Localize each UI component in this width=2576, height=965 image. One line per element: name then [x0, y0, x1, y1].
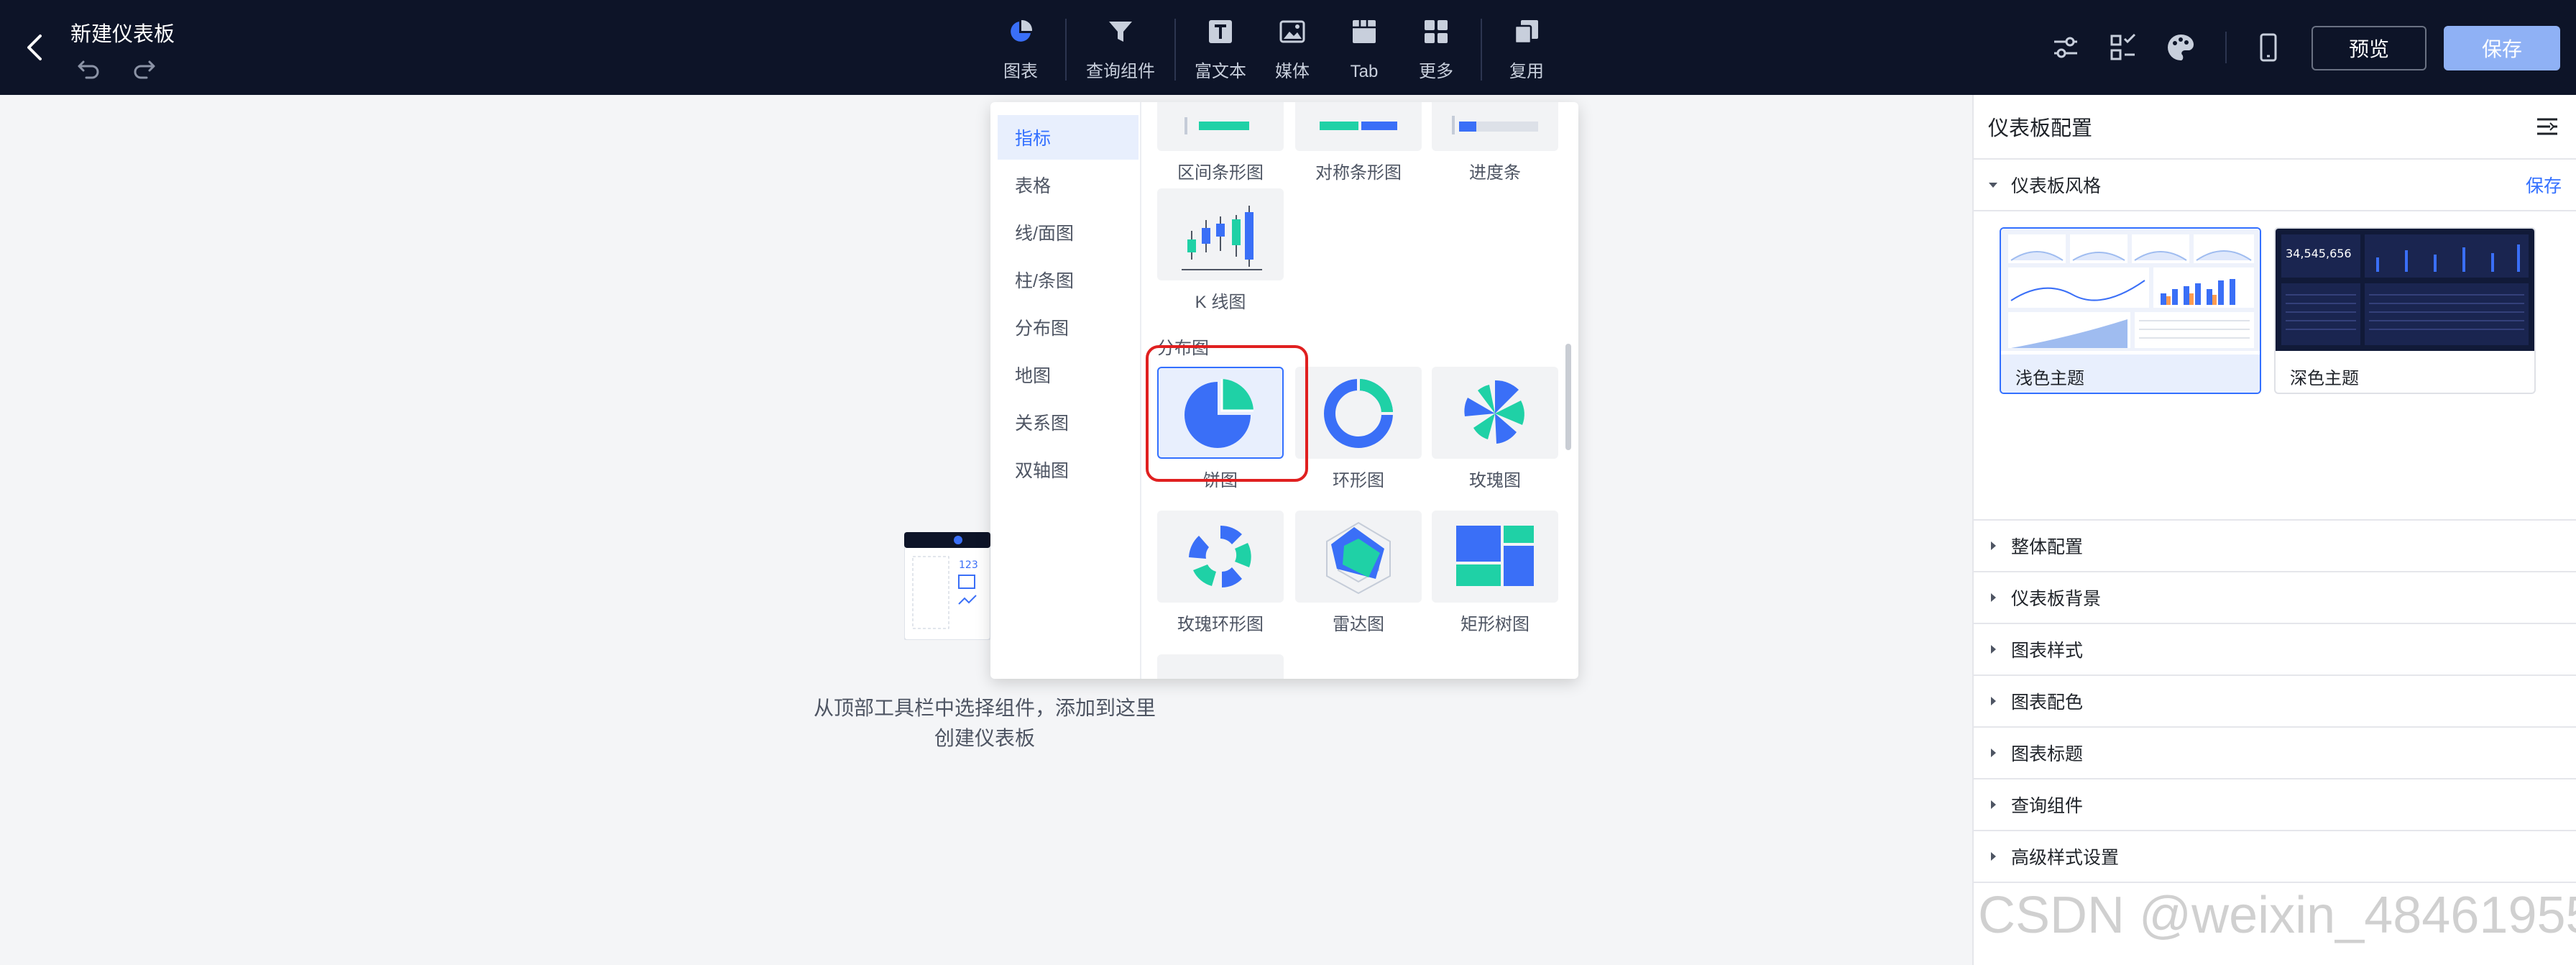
- palette-icon[interactable]: [2165, 32, 2196, 63]
- category-distribution[interactable]: 分布图: [998, 305, 1138, 349]
- copy-icon: [1514, 20, 1538, 45]
- caret-right-icon: [1991, 593, 1996, 602]
- chart-k-line[interactable]: K 线图: [1157, 188, 1284, 313]
- empty-hint: 从顶部工具栏中选择组件，添加到这里 创建仪表板: [813, 697, 1156, 749]
- component-tools: 图表 查询组件 富文本 媒体 Tab 更多 复用: [985, 17, 1563, 82]
- menu-icon[interactable]: [2534, 114, 2560, 140]
- empty-dashboard-illustration: 123: [904, 532, 990, 640]
- filter-icon: [1109, 22, 1132, 42]
- style-save-link[interactable]: 保存: [2526, 172, 2562, 198]
- category-table[interactable]: 表格: [998, 163, 1138, 207]
- caret-down-icon: [1989, 183, 1997, 188]
- chart-category-list: 指标 表格 线/面图 柱/条图 分布图 地图 关系图 双轴图: [990, 102, 1141, 679]
- caret-right-icon: [1991, 800, 1996, 809]
- donut-chart-icon: [1324, 379, 1393, 448]
- section-chart-colors[interactable]: 图表配色: [1974, 676, 2576, 728]
- watermark: CSDN @weixin_48461955: [1978, 887, 2576, 944]
- toolbar-divider: [1065, 19, 1067, 81]
- tab-icon: [1353, 20, 1376, 43]
- caret-right-icon: [1991, 697, 1996, 705]
- rose-chart-icon: [1464, 380, 1524, 444]
- theme-options: 浅色主题 34,545,656 深色主题: [1974, 211, 2576, 521]
- top-toolbar: 新建仪表板 图表 查询组件 富文本 媒体 Tab 更多 复用 预览 保存: [0, 0, 2576, 95]
- section-overall-config[interactable]: 整体配置: [1974, 521, 2576, 572]
- caret-right-icon: [1991, 541, 1996, 550]
- mobile-layout-icon[interactable]: [2253, 32, 2284, 63]
- section-chart-title[interactable]: 图表标题: [1974, 728, 2576, 779]
- chart-grid-scrollbar[interactable]: [1565, 344, 1571, 450]
- category-line-area[interactable]: 线/面图: [998, 210, 1138, 255]
- category-dual-axis[interactable]: 双轴图: [998, 447, 1138, 492]
- grid-icon: [1425, 20, 1448, 43]
- svg-text:123: 123: [959, 559, 978, 571]
- category-metric[interactable]: 指标: [998, 115, 1138, 160]
- treemap-chart-icon: [1456, 526, 1534, 586]
- image-icon: [1279, 20, 1305, 43]
- dashboard-title[interactable]: 新建仪表板: [70, 17, 175, 47]
- rose-donut-chart-icon: [1189, 526, 1251, 587]
- tool-richtext[interactable]: 富文本: [1184, 17, 1256, 82]
- category-column-bar[interactable]: 柱/条图: [998, 257, 1138, 302]
- section-dashboard-background[interactable]: 仪表板背景: [1974, 572, 2576, 624]
- checklist-icon[interactable]: [2107, 32, 2139, 63]
- text-icon: [1209, 20, 1232, 43]
- tool-tab[interactable]: Tab: [1328, 17, 1400, 82]
- progress-bar-chart-icon: [1452, 116, 1538, 134]
- tool-media[interactable]: 媒体: [1256, 17, 1328, 82]
- tool-more[interactable]: 更多: [1400, 17, 1472, 82]
- tool-reuse[interactable]: 复用: [1491, 17, 1563, 82]
- chart-radar[interactable]: 雷达图: [1295, 511, 1422, 635]
- category-relation[interactable]: 关系图: [998, 400, 1138, 444]
- theme-dark[interactable]: 34,545,656 深色主题: [2274, 227, 2536, 394]
- chevron-left-icon: [27, 35, 42, 60]
- section-chart-style[interactable]: 图表样式: [1974, 624, 2576, 676]
- chart-range-bar[interactable]: 区间条形图: [1157, 102, 1284, 183]
- chart-treemap[interactable]: 矩形树图: [1432, 511, 1558, 635]
- panel-header: 仪表板配置: [1974, 95, 2576, 160]
- section-dashboard-style[interactable]: 仪表板风格 保存: [1974, 160, 2576, 211]
- dashboard-config-panel: 仪表板配置 仪表板风格 保存 浅色主题 34,545,656 深色主题 整体配置…: [1972, 95, 2576, 965]
- dashboard-canvas[interactable]: [0, 95, 1972, 965]
- dark-theme-kpi: 34,545,656: [2286, 247, 2352, 260]
- section-query-component[interactable]: 查询组件: [1974, 779, 2576, 831]
- radar-chart-icon: [1326, 521, 1391, 595]
- toolbar-divider: [2225, 32, 2227, 63]
- caret-right-icon: [1991, 645, 1996, 654]
- caret-right-icon: [1991, 852, 1996, 861]
- light-theme-preview: [2001, 229, 2260, 351]
- tool-query[interactable]: 查询组件: [1075, 17, 1166, 82]
- chart-next-partial[interactable]: [1157, 654, 1284, 679]
- caret-right-icon: [1991, 749, 1996, 757]
- panel-title: 仪表板配置: [1988, 117, 2093, 140]
- save-button[interactable]: 保存: [2444, 26, 2560, 70]
- back-button[interactable]: [20, 29, 49, 66]
- symmetric-bar-chart-icon: [1320, 122, 1397, 130]
- pie-chart-icon: [1011, 19, 1033, 42]
- dark-theme-preview: 34,545,656: [2276, 229, 2534, 351]
- chart-rose[interactable]: 玫瑰图: [1432, 367, 1558, 491]
- tool-chart[interactable]: 图表: [985, 17, 1057, 82]
- redo-icon[interactable]: [129, 53, 158, 82]
- chart-donut[interactable]: 环形图: [1295, 367, 1422, 491]
- toolbar-divider: [1481, 19, 1482, 81]
- toolbar-divider: [1174, 19, 1176, 81]
- section-advanced-style[interactable]: 高级样式设置: [1974, 831, 2576, 883]
- chart-rose-donut[interactable]: 玫瑰环形图: [1157, 511, 1284, 635]
- pie-chart-highlight-annotation: [1146, 345, 1308, 482]
- chart-symmetric-bar[interactable]: 对称条形图: [1295, 102, 1422, 183]
- category-map[interactable]: 地图: [998, 352, 1138, 397]
- range-bar-chart-icon: [1184, 117, 1249, 134]
- chart-progress-bar[interactable]: 进度条: [1432, 102, 1558, 183]
- sliders-icon[interactable]: [2050, 32, 2082, 63]
- candlestick-chart-icon: [1182, 206, 1262, 270]
- undo-icon[interactable]: [75, 53, 104, 82]
- preview-button[interactable]: 预览: [2312, 26, 2426, 70]
- theme-light[interactable]: 浅色主题: [2000, 227, 2261, 394]
